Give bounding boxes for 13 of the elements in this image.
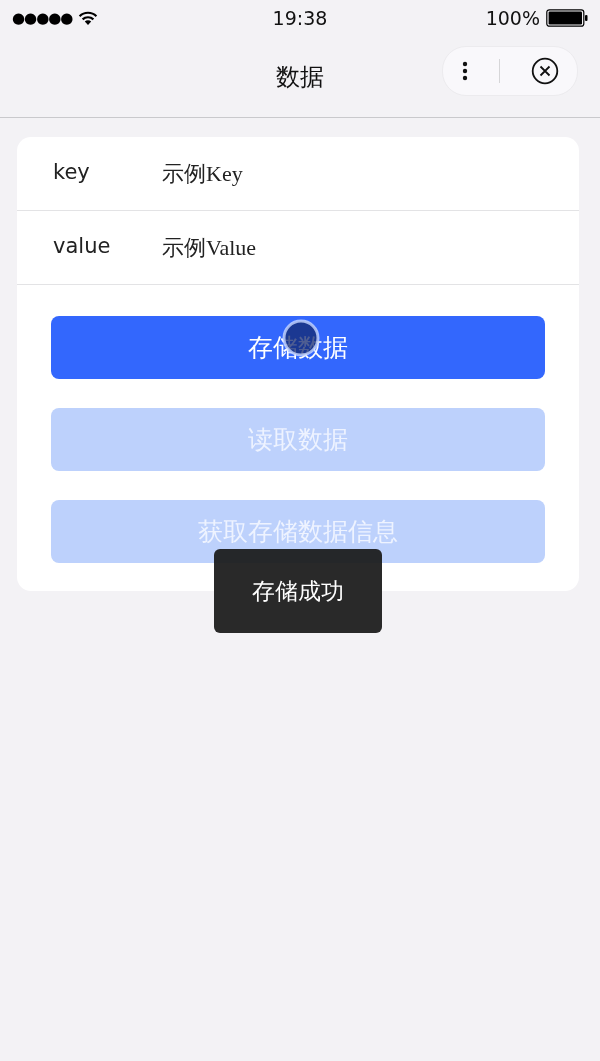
signal-dots: ●●●●● bbox=[12, 9, 73, 27]
field-label: value bbox=[52, 233, 112, 258]
toast-message: 存储成功 bbox=[214, 549, 382, 633]
battery-icon bbox=[546, 9, 588, 27]
clock-time: 19:38 bbox=[272, 7, 328, 29]
battery-percent: 100% bbox=[485, 7, 540, 29]
input-field[interactable]: 示例Value bbox=[162, 234, 462, 261]
page-title: 数据 bbox=[276, 61, 324, 93]
more-icon bbox=[461, 61, 468, 81]
wifi-icon bbox=[78, 10, 99, 26]
field-label: key bbox=[52, 159, 91, 184]
close-icon bbox=[530, 57, 559, 85]
input-field[interactable]: 示例Key bbox=[162, 160, 462, 187]
